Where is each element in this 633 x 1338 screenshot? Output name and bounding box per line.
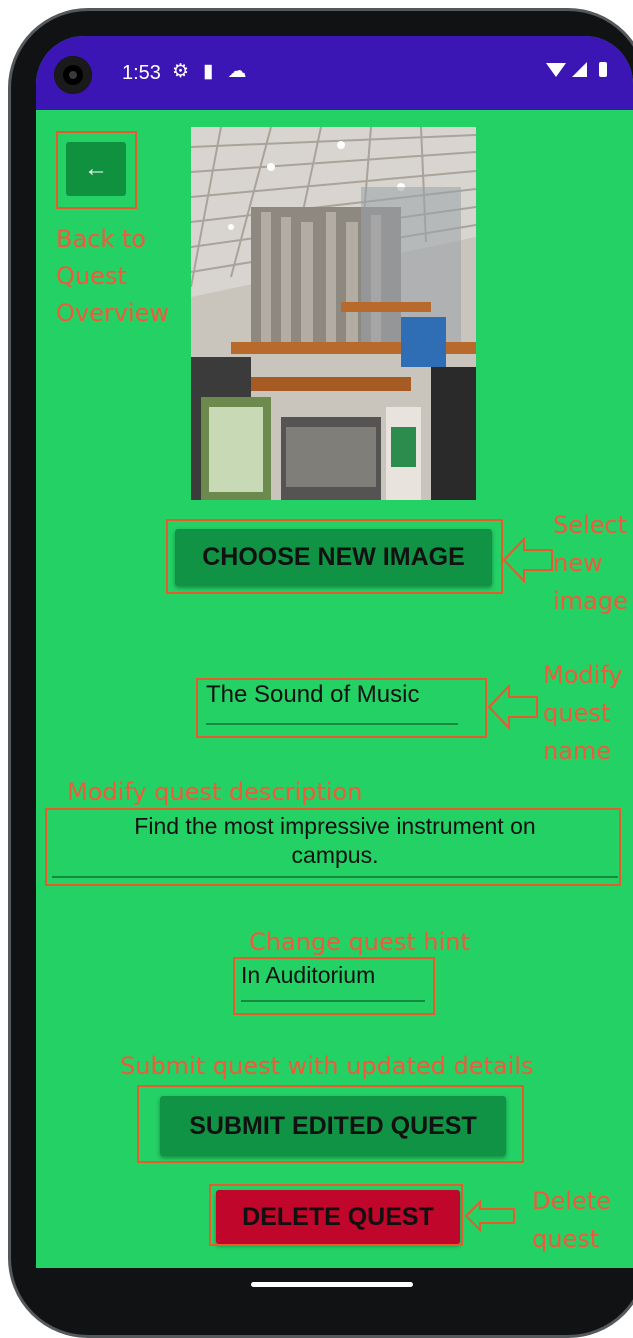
annotation-modify-name-line: name xyxy=(543,737,612,765)
quest-photo xyxy=(191,127,476,500)
annotation-submit: Submit quest with updated details xyxy=(120,1052,534,1080)
signal-icon xyxy=(572,62,587,77)
settings-icon: ⚙ xyxy=(172,61,190,82)
cloud-icon: ☁ xyxy=(227,61,247,82)
annotation-box-submit xyxy=(137,1085,524,1163)
annotation-modify-name-line: quest xyxy=(543,699,611,727)
status-icons-left: ⚙ ▮ ☁ xyxy=(172,60,247,83)
annotation-modify-name-line: Modify xyxy=(543,661,623,689)
annotation-delete: Delete quest xyxy=(532,1182,611,1258)
status-icons-right xyxy=(546,60,607,77)
annotation-box-name xyxy=(196,678,487,738)
status-bar: 1:53 ⚙ ▮ ☁ xyxy=(36,36,633,110)
annotation-box-description xyxy=(45,808,621,886)
annotation-select-image-line: Select xyxy=(553,511,628,539)
annotation-box-hint xyxy=(233,957,435,1015)
annotation-back-line: Back to xyxy=(56,225,146,253)
arrow-left-annotation-icon xyxy=(502,537,553,583)
battery-icon xyxy=(599,62,607,77)
annotation-select-image-line: image xyxy=(553,587,628,615)
annotation-modify-name: Modify quest name xyxy=(543,656,623,770)
annotation-box-choose-image xyxy=(166,519,503,594)
annotation-box-delete xyxy=(209,1184,463,1246)
app-screen: 1:53 ⚙ ▮ ☁ ← Back to Quest Overview CHOO… xyxy=(36,36,633,1268)
arrow-left-annotation-icon xyxy=(464,1200,515,1232)
annotation-change-hint: Change quest hint xyxy=(249,928,470,956)
arrow-left-annotation-icon xyxy=(487,684,538,730)
sd-card-icon: ▮ xyxy=(203,61,214,82)
front-camera xyxy=(54,56,92,94)
annotation-modify-description: Modify quest description xyxy=(67,778,363,806)
status-time: 1:53 xyxy=(122,62,161,84)
annotation-back-line: Overview xyxy=(56,299,169,327)
annotation-select-image: Select new image xyxy=(553,506,628,620)
annotation-select-image-line: new xyxy=(553,549,603,577)
annotation-delete-line: Delete xyxy=(532,1187,611,1215)
annotation-box-back xyxy=(56,131,137,209)
annotation-back-line: Quest xyxy=(56,262,127,290)
annotation-delete-line: quest xyxy=(532,1225,600,1253)
quest-image xyxy=(191,127,476,500)
wifi-icon xyxy=(546,63,566,77)
home-gesture-bar[interactable] xyxy=(251,1282,413,1287)
annotation-back: Back to Quest Overview xyxy=(56,221,169,332)
